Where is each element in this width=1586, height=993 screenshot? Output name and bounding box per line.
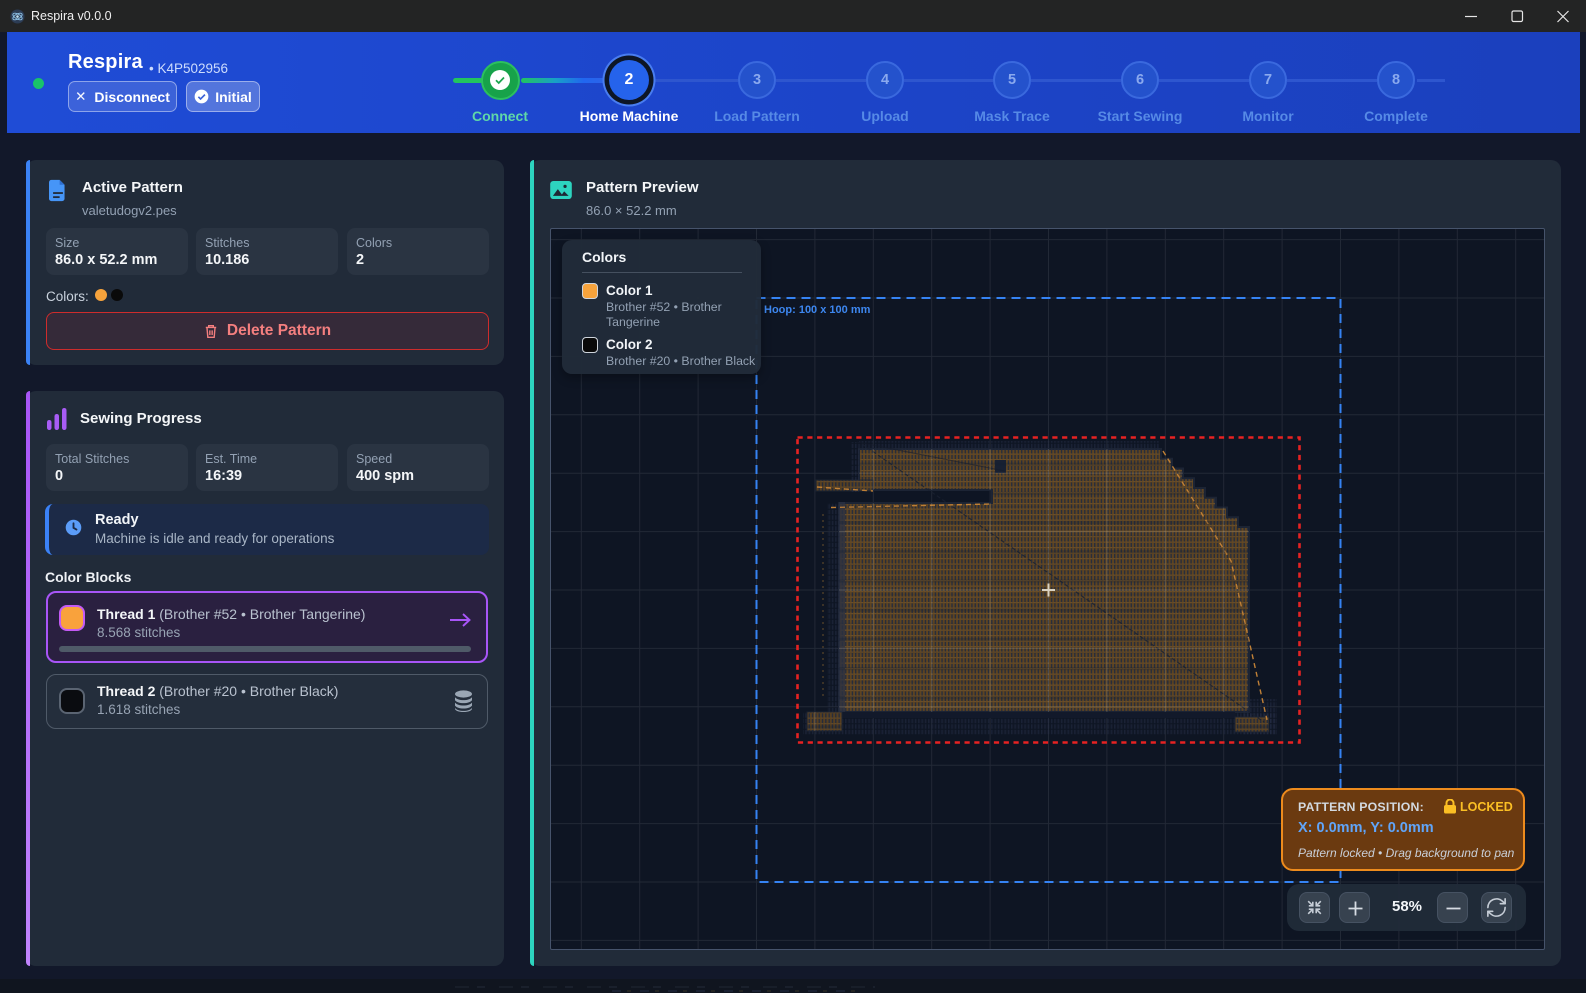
svg-text:Hoop: 100 x 100 mm: Hoop: 100 x 100 mm [764, 304, 871, 316]
